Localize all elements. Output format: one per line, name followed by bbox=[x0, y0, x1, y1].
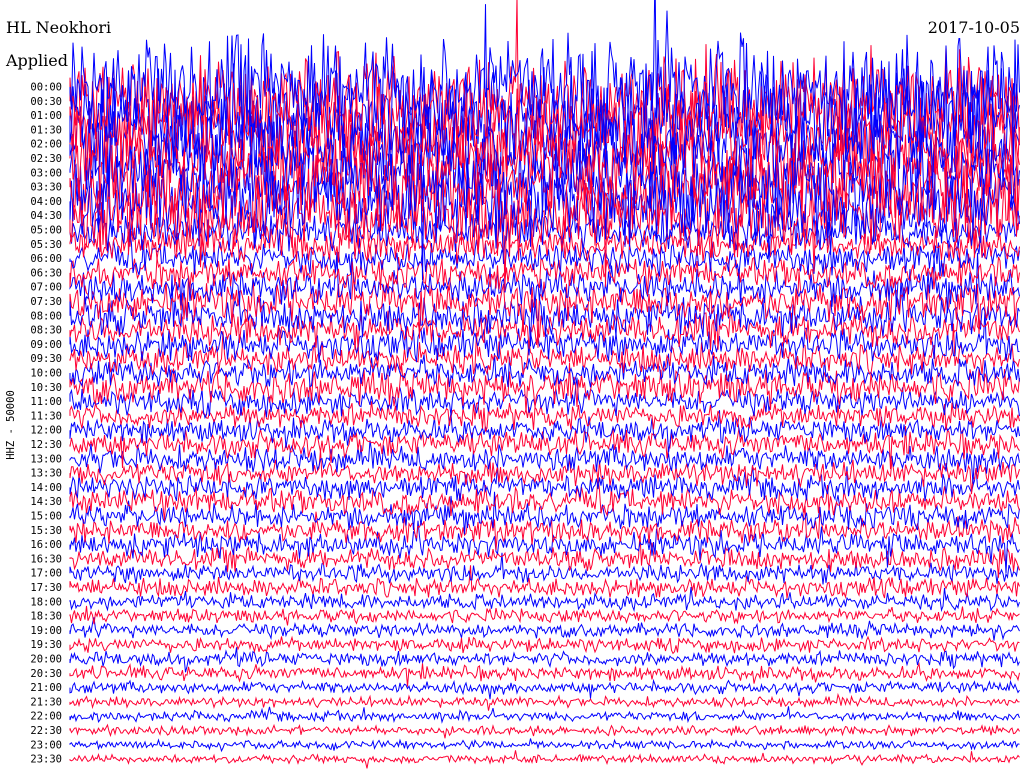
tick-label: 22:00 bbox=[30, 711, 62, 723]
tick-label: 05:30 bbox=[30, 239, 62, 251]
tick-label: 04:00 bbox=[30, 196, 62, 208]
tick-label: 23:00 bbox=[30, 739, 62, 751]
tick-label: 10:00 bbox=[30, 368, 62, 380]
tick-label: 15:00 bbox=[30, 511, 62, 523]
tick-label: 04:30 bbox=[30, 210, 62, 222]
y-axis-label: HHZ - 50000 bbox=[5, 390, 17, 460]
tick-label: 19:30 bbox=[30, 639, 62, 651]
tick-label: 21:30 bbox=[30, 696, 62, 708]
tick-label: 11:30 bbox=[30, 410, 62, 422]
tick-label: 09:00 bbox=[30, 339, 62, 351]
chart-subtitle: Applied bbox=[5, 51, 68, 70]
tick-label: 09:30 bbox=[30, 353, 62, 365]
tick-label: 14:00 bbox=[30, 482, 62, 494]
tick-label: 07:30 bbox=[30, 296, 62, 308]
tick-label: 13:00 bbox=[30, 453, 62, 465]
tick-label: 02:00 bbox=[30, 139, 62, 151]
tick-label: 14:30 bbox=[30, 496, 62, 508]
tick-label: 11:00 bbox=[30, 396, 62, 408]
tick-label: 08:00 bbox=[30, 310, 62, 322]
tick-label: 05:00 bbox=[30, 225, 62, 237]
tick-label: 21:00 bbox=[30, 682, 62, 694]
tick-label: 23:30 bbox=[30, 754, 62, 766]
tick-label: 20:00 bbox=[30, 654, 62, 666]
chart-date: 2017-10-05 bbox=[928, 18, 1020, 37]
tick-label: 16:30 bbox=[30, 553, 62, 565]
tick-label: 08:30 bbox=[30, 325, 62, 337]
chart-title: HL Neokhori bbox=[6, 18, 111, 37]
tick-label: 18:00 bbox=[30, 596, 62, 608]
tick-label: 03:00 bbox=[30, 167, 62, 179]
tick-label: 22:30 bbox=[30, 725, 62, 737]
tick-label: 15:30 bbox=[30, 525, 62, 537]
tick-label: 17:30 bbox=[30, 582, 62, 594]
helicorder-plot: 00:00 00:30 01:00 01:30 02:00 02:30 03:00 03:30… bbox=[0, 0, 1024, 780]
tick-label: 03:30 bbox=[30, 182, 62, 194]
tick-label: 16:00 bbox=[30, 539, 62, 551]
tick-label: 19:00 bbox=[30, 625, 62, 637]
tick-label: 20:30 bbox=[30, 668, 62, 680]
tick-label: 12:00 bbox=[30, 425, 62, 437]
tick-label: 10:30 bbox=[30, 382, 62, 394]
tick-label: 17:00 bbox=[30, 568, 62, 580]
tick-label: 07:00 bbox=[30, 282, 62, 294]
tick-label: 13:30 bbox=[30, 468, 62, 480]
tick-label: 02:30 bbox=[30, 153, 62, 165]
tick-label: 00:30 bbox=[30, 96, 62, 108]
tick-label: 06:00 bbox=[30, 253, 62, 265]
tick-label: 18:30 bbox=[30, 611, 62, 623]
tick-label: 00:00 bbox=[30, 82, 62, 94]
tick-label: 12:30 bbox=[30, 439, 62, 451]
tick-label: 01:30 bbox=[30, 124, 62, 136]
tick-label: 06:30 bbox=[30, 267, 62, 279]
tick-label: 01:00 bbox=[30, 110, 62, 122]
